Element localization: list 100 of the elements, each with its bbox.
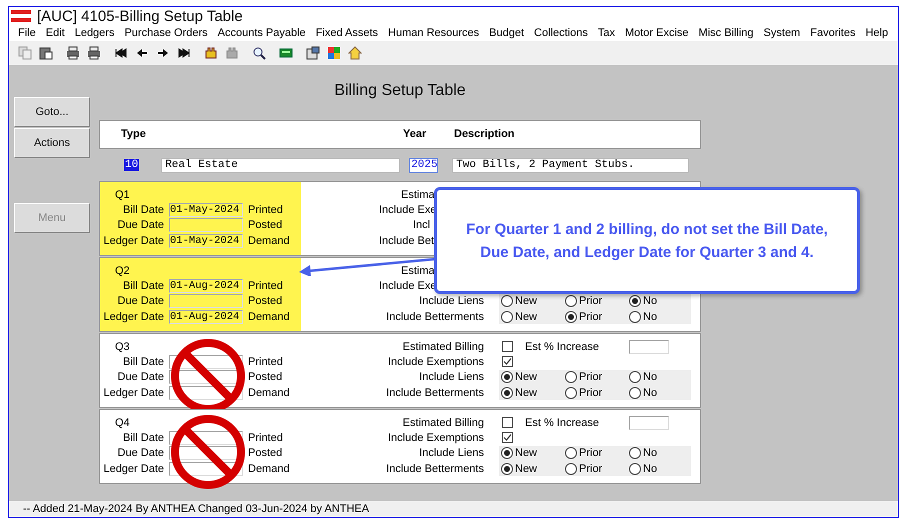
type-code-field[interactable]: 10: [124, 159, 140, 171]
year-field[interactable]: 2025: [409, 158, 438, 172]
search-icon[interactable]: [252, 46, 266, 60]
field-label: Due Date: [116, 371, 164, 384]
date-field[interactable]: 01-May-2024: [169, 202, 243, 217]
option-label: Include Exemptions: [388, 432, 484, 444]
menu-item[interactable]: File: [13, 27, 41, 39]
window-icon[interactable]: [306, 46, 320, 60]
radio-option[interactable]: Prior: [563, 462, 627, 475]
radio-option[interactable]: New: [499, 295, 563, 308]
column-header: Description: [454, 128, 515, 140]
status-label: Demand: [248, 310, 290, 323]
menu-item[interactable]: Motor Excise: [620, 27, 694, 39]
option-label: Incl: [413, 219, 430, 232]
option-label: Estimated Billing: [402, 340, 484, 353]
menu-item[interactable]: Human Resources: [383, 27, 484, 39]
percent-field[interactable]: [629, 340, 669, 354]
skip-back-icon[interactable]: [114, 46, 128, 60]
option-label: Include Betterments: [386, 386, 484, 399]
menu-item[interactable]: Collections: [529, 27, 593, 39]
option-label: Include Liens: [419, 371, 484, 384]
side-button[interactable]: Goto...: [14, 97, 90, 127]
date-field[interactable]: 01-Aug-2024: [169, 278, 243, 293]
checkbox[interactable]: [502, 432, 513, 444]
menu-item[interactable]: Purchase Orders: [119, 27, 213, 39]
status-label: Demand: [248, 386, 290, 399]
menu-item[interactable]: Ledgers: [70, 27, 120, 39]
menu-item[interactable]: Fixed Assets: [310, 27, 384, 39]
radio-option[interactable]: No: [627, 371, 691, 384]
printer-icon[interactable]: [87, 46, 101, 60]
date-field[interactable]: [169, 294, 243, 308]
column-header: Year: [403, 128, 426, 140]
radio-option[interactable]: No: [627, 386, 691, 399]
status-label: Printed: [248, 356, 283, 368]
printer-icon[interactable]: [66, 46, 80, 60]
field-label: Bill Date: [122, 280, 164, 292]
option-label: Est % Increase: [525, 340, 600, 353]
page-title: Billing Setup Table: [333, 81, 467, 101]
prohibited-icon: [171, 415, 245, 489]
description-field[interactable]: Two Bills, 2 Payment Stubs.: [452, 158, 690, 172]
home-icon[interactable]: [348, 46, 362, 60]
field-label: Bill Date: [122, 432, 164, 444]
percent-field[interactable]: [629, 416, 669, 430]
status-label: Posted: [248, 295, 282, 308]
date-field[interactable]: 01-May-2024: [169, 234, 243, 248]
radio-option[interactable]: New: [499, 371, 563, 384]
radio-option[interactable]: No: [627, 295, 691, 308]
menu-item[interactable]: System: [758, 27, 806, 39]
radio-option[interactable]: No: [627, 310, 691, 323]
arrow-left-icon[interactable]: [135, 46, 149, 60]
date-field[interactable]: [169, 354, 243, 369]
date-field[interactable]: [169, 218, 243, 232]
quarter-label: Q3: [115, 340, 130, 353]
type-name-field[interactable]: Real Estate: [161, 158, 400, 172]
radio-option[interactable]: Prior: [563, 371, 627, 384]
radio-option[interactable]: Prior: [563, 295, 627, 308]
date-field[interactable]: 01-Aug-2024: [169, 310, 243, 324]
status-label: Posted: [248, 219, 282, 232]
option-label: Include Liens: [419, 295, 484, 308]
option-label: Include Liens: [419, 447, 484, 460]
option-label: Estimated Billing: [402, 416, 484, 429]
date-field[interactable]: [169, 430, 243, 445]
menu-item[interactable]: Help: [860, 27, 894, 39]
radio-option[interactable]: New: [499, 447, 563, 460]
quarter-label: Q2: [115, 264, 130, 277]
menu-item[interactable]: Tax: [592, 27, 620, 39]
checkbox[interactable]: [502, 341, 513, 352]
radio-option[interactable]: No: [627, 462, 691, 475]
menu-item[interactable]: Accounts Payable: [212, 27, 311, 39]
arrow-right-icon[interactable]: [156, 46, 170, 60]
radio-option[interactable]: Prior: [563, 447, 627, 460]
status-text: -- Added 21-May-2024 By ANTHEA Changed 03-Jun-2024 by ANTHEA: [23, 503, 370, 515]
option-label: Estima: [401, 188, 435, 201]
paste-icon[interactable]: [39, 46, 53, 60]
menu-item[interactable]: Favorites: [805, 27, 860, 39]
field-label: Ledger Date: [102, 386, 164, 399]
monitor-icon[interactable]: [279, 46, 293, 60]
date-field[interactable]: [169, 462, 243, 476]
date-field[interactable]: [169, 386, 243, 400]
checkbox[interactable]: [502, 417, 513, 428]
checkbox[interactable]: [502, 356, 513, 368]
menu-item[interactable]: Budget: [484, 27, 530, 39]
radio-option[interactable]: No: [627, 447, 691, 460]
option-label: Include Betterments: [386, 310, 484, 323]
radio-option[interactable]: Prior: [563, 386, 627, 399]
field-label: Due Date: [116, 219, 164, 232]
option-label: Include Exemptions: [388, 356, 484, 368]
radio-option[interactable]: New: [499, 310, 563, 323]
field-label: Due Date: [116, 447, 164, 460]
skip-forward-icon[interactable]: [177, 46, 191, 60]
field-label: Ledger Date: [102, 462, 164, 475]
radio-option[interactable]: New: [499, 462, 563, 475]
menu-item[interactable]: Misc Billing: [694, 27, 759, 39]
radio-option[interactable]: Prior: [563, 310, 627, 323]
side-button[interactable]: Actions: [14, 128, 90, 158]
menu-item[interactable]: Edit: [40, 27, 70, 39]
radio-option[interactable]: New: [499, 386, 563, 399]
puzzle-icon[interactable]: [327, 46, 341, 60]
status-label: Printed: [248, 280, 283, 292]
status-label: Printed: [248, 432, 283, 444]
